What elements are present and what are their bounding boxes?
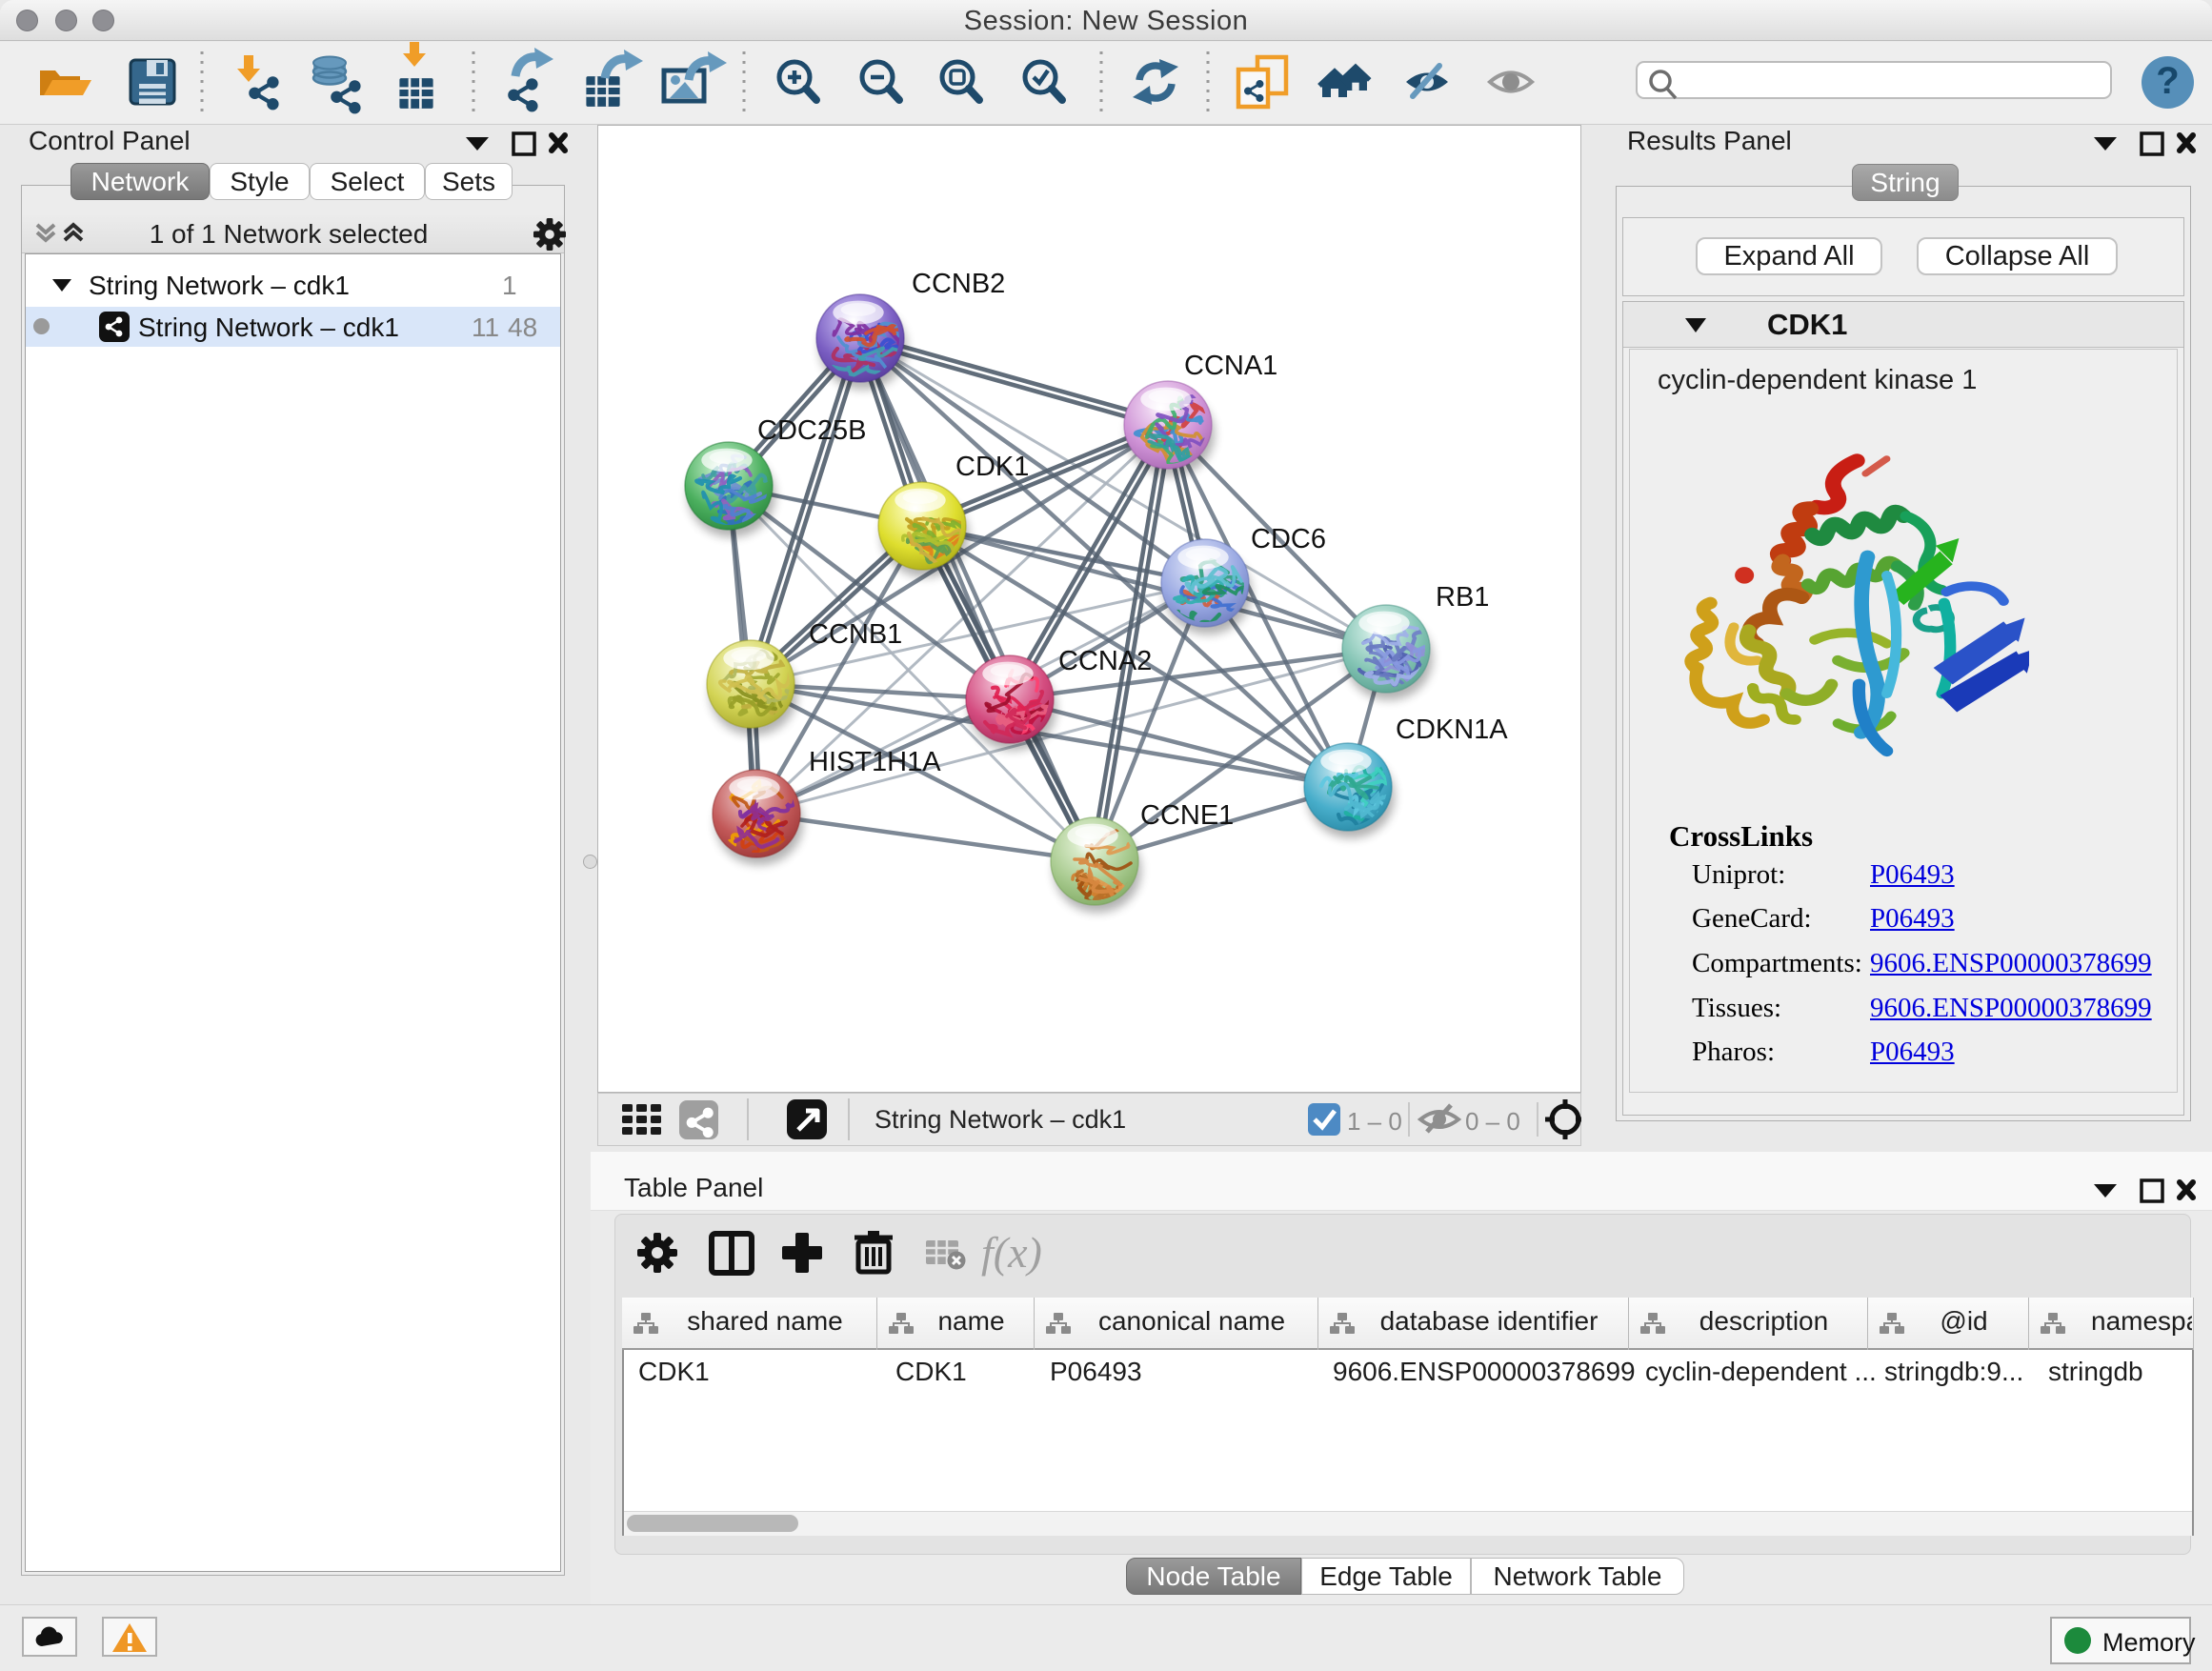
svg-text:CDKN1A: CDKN1A — [1396, 715, 1508, 745]
svg-text:CCNA1: CCNA1 — [1184, 351, 1277, 381]
svg-text:CCNB1: CCNB1 — [809, 619, 902, 650]
svg-text:RB1: RB1 — [1436, 582, 1489, 613]
svg-text:f(x): f(x) — [981, 1228, 1042, 1277]
svg-text:CCNE1: CCNE1 — [1140, 800, 1234, 831]
svg-text:CCNB2: CCNB2 — [912, 269, 1005, 299]
svg-text:CDC6: CDC6 — [1251, 524, 1326, 554]
svg-text:CDC25B: CDC25B — [757, 415, 866, 446]
svg-text:CDK1: CDK1 — [955, 452, 1029, 482]
svg-text:CCNA2: CCNA2 — [1058, 646, 1152, 676]
svg-text:HIST1H1A: HIST1H1A — [809, 747, 941, 777]
